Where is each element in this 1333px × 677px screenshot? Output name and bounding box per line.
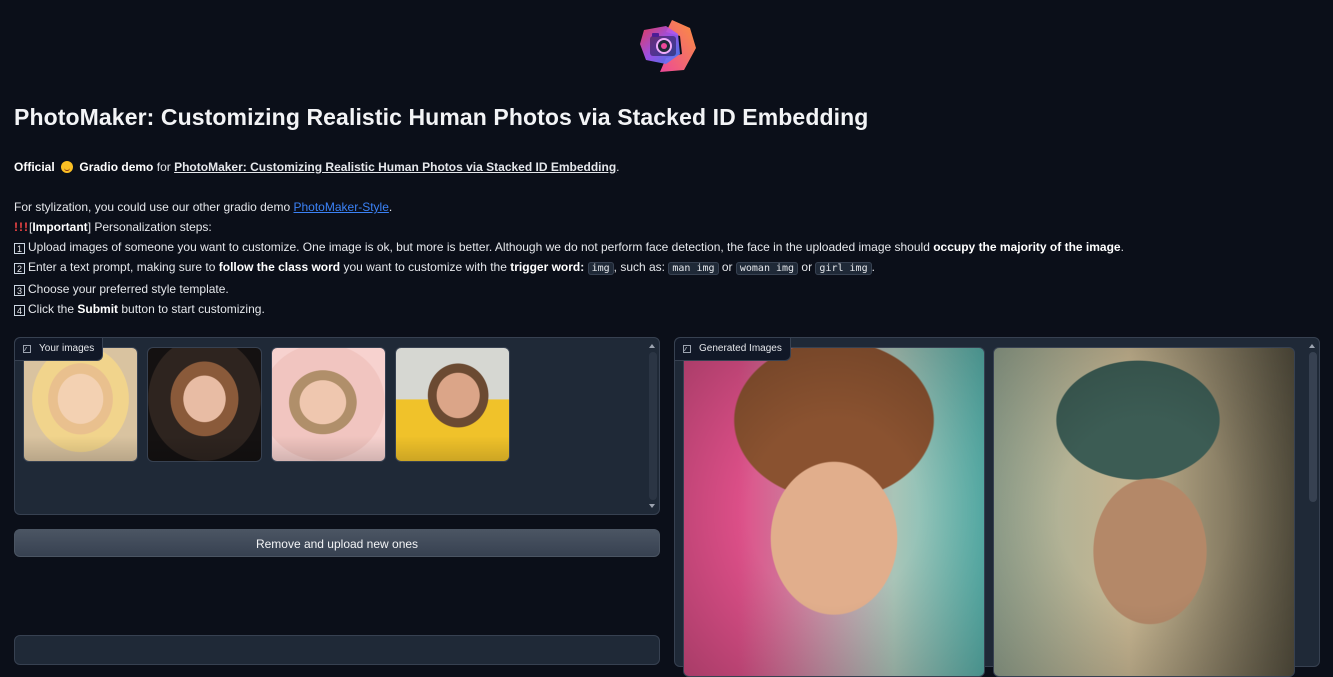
- step-2-or-1: or: [721, 260, 733, 274]
- your-images-label: Your images: [15, 338, 104, 361]
- step-2-number-icon: 2: [14, 263, 25, 274]
- step-1-text: Upload images of someone you want to cus…: [28, 240, 930, 254]
- step-4-submit-bold: Submit: [77, 302, 119, 316]
- step-2-end: .: [871, 260, 875, 274]
- step-2: 2 Enter a text prompt, making sure to fol…: [14, 257, 1314, 279]
- your-images-gallery[interactable]: Your images: [14, 337, 660, 515]
- step-1-bold: occupy the majority of the image: [933, 240, 1121, 254]
- step-2-mid: you want to customize with the: [343, 260, 507, 274]
- step-3-number-icon: 3: [14, 285, 25, 296]
- step-4-pre: Click the: [28, 302, 75, 316]
- step-4-number-icon: 4: [14, 305, 25, 316]
- scroll-down-arrow-icon[interactable]: [649, 504, 655, 508]
- photomaker-logo: [640, 20, 696, 72]
- step-1-number-icon: 1: [14, 243, 25, 254]
- scroll-up-arrow-icon[interactable]: [649, 344, 655, 348]
- generated-image-2[interactable]: [993, 347, 1295, 677]
- important-line: !!![Important] Personalization steps:: [14, 220, 212, 234]
- code-woman-img: woman img: [735, 262, 799, 275]
- step-4: 4 Click the Submit button to start custom…: [14, 299, 1314, 319]
- step-1-end: .: [1120, 240, 1124, 254]
- important-exclamation: !!!: [14, 220, 29, 234]
- image-icon: [683, 345, 691, 353]
- generated-images-gallery[interactable]: Generated Images: [674, 337, 1320, 677]
- thumbnail-3[interactable]: [271, 347, 386, 462]
- description: Official Gradio demo for PhotoMaker: Cus…: [14, 157, 1314, 319]
- scroll-up-arrow-icon[interactable]: [1309, 344, 1315, 348]
- step-3-text: Choose your preferred style template.: [28, 282, 229, 296]
- generated-image-1[interactable]: [683, 347, 985, 677]
- paper-link[interactable]: PhotoMaker: Customizing Realistic Human …: [174, 160, 616, 174]
- step-2-bold-class-word: follow the class word: [218, 260, 341, 274]
- official-text: Official: [14, 160, 55, 174]
- step-2-colon: :: [580, 260, 585, 274]
- remove-and-upload-button[interactable]: Remove and upload new ones: [14, 529, 660, 557]
- code-girl-img: girl img: [815, 262, 872, 275]
- code-man-img: man img: [668, 262, 719, 275]
- gradio-demo-text: Gradio demo: [79, 160, 154, 174]
- step-1: 1 Upload images of someone you want to cu…: [14, 237, 1314, 257]
- generated-images-label: Generated Images: [675, 338, 791, 361]
- code-img: img: [587, 262, 614, 275]
- scrollbar[interactable]: [1309, 352, 1317, 502]
- your-images-label-text: Your images: [39, 343, 95, 354]
- step-2-or-2: or: [801, 260, 813, 274]
- stylization-text: For stylization, you could use our other…: [14, 200, 291, 214]
- photomaker-style-link[interactable]: PhotoMaker-Style: [294, 200, 389, 214]
- stylization-end: .: [388, 200, 393, 214]
- step-2-such-as: , such as:: [613, 260, 666, 274]
- smile-emoji-icon: [61, 161, 74, 173]
- for-text: for: [156, 160, 171, 174]
- scrollbar[interactable]: [649, 352, 657, 500]
- thumbnail-1[interactable]: [23, 347, 138, 462]
- stylization-line: For stylization, you could use our other…: [14, 197, 1314, 217]
- step-3: 3 Choose your preferred style template.: [14, 279, 1314, 299]
- image-icon: [23, 345, 31, 353]
- thumbnail-4[interactable]: [395, 347, 510, 462]
- important-label: Important: [32, 220, 88, 234]
- thumbnail-2[interactable]: [147, 347, 262, 462]
- next-panel: [14, 635, 660, 665]
- intro-line: Official Gradio demo for PhotoMaker: Cus…: [14, 157, 1314, 177]
- step-2-bold-trigger-word: trigger word: [510, 260, 581, 274]
- step-4-post: button to start customizing.: [121, 302, 265, 316]
- period-text: .: [616, 160, 620, 174]
- page-title: PhotoMaker: Customizing Realistic Human …: [14, 104, 869, 130]
- generated-images-label-text: Generated Images: [699, 343, 782, 354]
- important-text: Personalization steps:: [94, 220, 212, 234]
- step-2-text: Enter a text prompt, making sure to: [28, 260, 216, 274]
